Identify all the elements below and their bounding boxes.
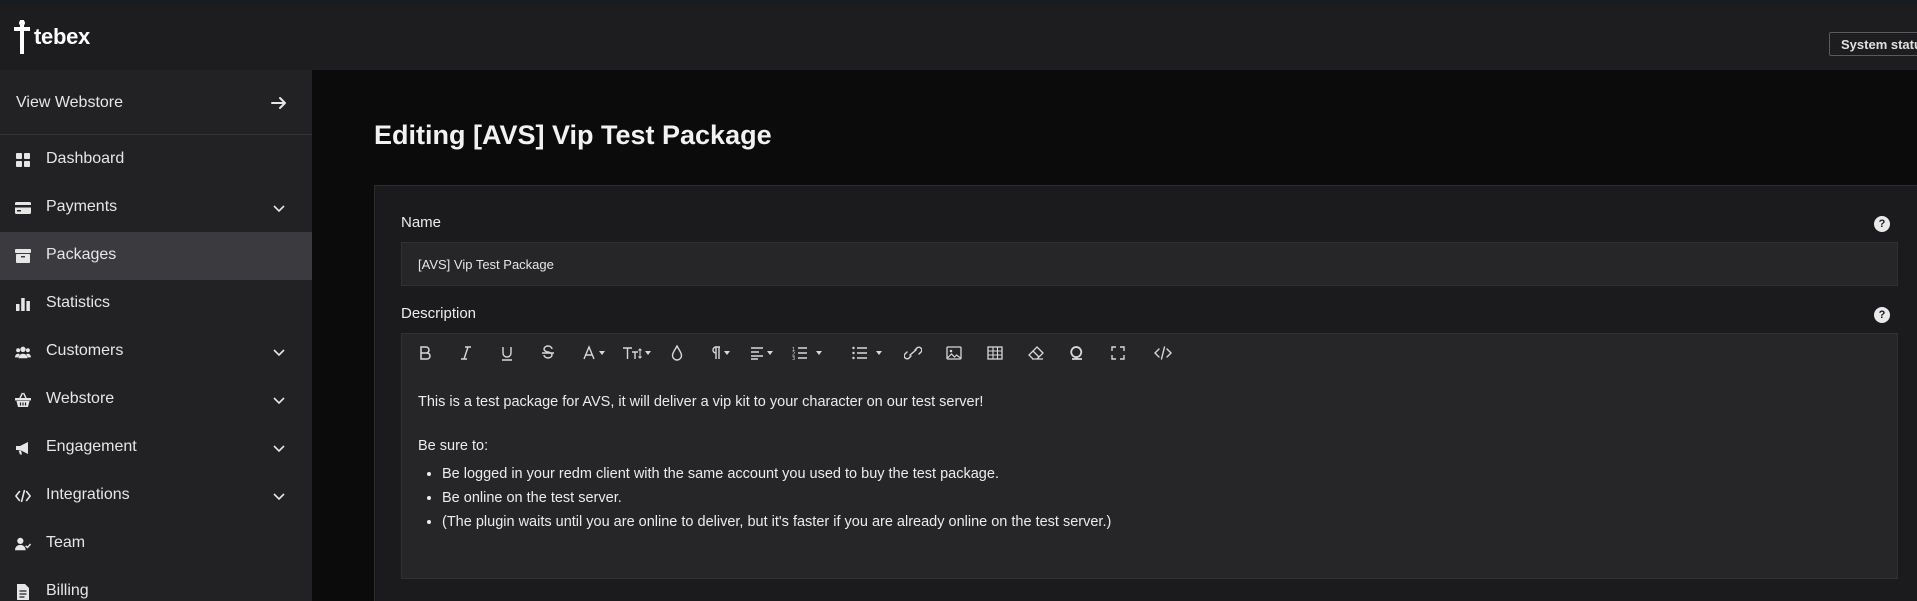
- code-icon: [15, 489, 31, 503]
- basket-icon: [15, 392, 31, 407]
- megaphone-icon: [16, 442, 28, 455]
- editor-toolbar: 123: [402, 334, 1897, 372]
- sidebar-item-label: Integrations: [46, 486, 130, 503]
- user-check-icon: [15, 537, 31, 551]
- paragraph-format-button[interactable]: [704, 342, 734, 364]
- special-characters-button[interactable]: [1066, 342, 1088, 364]
- chevron-down-icon: [273, 205, 285, 213]
- table-icon: [987, 346, 1003, 360]
- chevron-down-icon: [273, 493, 285, 501]
- chevron-down-icon: [273, 445, 285, 453]
- eraser-icon: [1028, 346, 1044, 360]
- fullscreen-button[interactable]: [1107, 342, 1129, 364]
- underline-icon: [502, 347, 512, 361]
- tebex-logo[interactable]: tebex: [14, 20, 90, 54]
- system-status-button[interactable]: System status: [1829, 32, 1917, 56]
- view-webstore-link[interactable]: View Webstore: [0, 70, 312, 135]
- grid-icon: [16, 153, 30, 167]
- fullscreen-icon: [1111, 346, 1125, 360]
- sidebar-item-label: Packages: [46, 246, 117, 263]
- insert-image-button[interactable]: [943, 342, 965, 364]
- font-icon: [582, 345, 595, 360]
- strikethrough-button[interactable]: [537, 342, 559, 364]
- sidebar-item-label: Engagement: [46, 438, 137, 455]
- page-title: Editing [AVS] Vip Test Package: [374, 120, 772, 150]
- font-color-button[interactable]: [578, 342, 608, 364]
- name-input[interactable]: [401, 242, 1898, 286]
- help-icon[interactable]: ?: [1874, 307, 1890, 323]
- logo-text: tebex: [34, 24, 90, 49]
- align-left-icon: [750, 347, 763, 360]
- ordered-list-icon: 123: [792, 347, 807, 360]
- paragraph-icon: [711, 346, 720, 359]
- sidebar-item-label: Customers: [46, 342, 124, 359]
- description-label: Description: [401, 305, 477, 322]
- svg-text:3: 3: [792, 356, 795, 360]
- package-edit-card: Name ? Description ?: [374, 185, 1917, 601]
- bold-button[interactable]: [414, 342, 436, 364]
- description-paragraph: Be sure to:: [418, 438, 489, 454]
- card-icon: [15, 202, 31, 214]
- name-label: Name: [401, 214, 442, 231]
- bold-icon: [420, 346, 431, 360]
- font-size-button[interactable]: [620, 342, 652, 364]
- description-paragraph: This is a test package for AVS, it will …: [418, 394, 984, 410]
- insert-link-button[interactable]: [902, 342, 924, 364]
- ordered-list-button[interactable]: 123: [787, 342, 827, 364]
- sidebar-item-statistics[interactable]: Statistics: [0, 280, 312, 328]
- link-icon: [904, 346, 922, 360]
- sidebar-item-team[interactable]: Team: [0, 520, 312, 568]
- bar-chart-icon: [16, 298, 30, 311]
- clear-formatting-button[interactable]: [1025, 342, 1047, 364]
- sidebar-item-billing[interactable]: Billing: [0, 568, 312, 601]
- code-view-button[interactable]: [1150, 342, 1176, 364]
- sidebar-item-customers[interactable]: Customers: [0, 328, 312, 376]
- droplet-icon: [671, 345, 683, 361]
- arrow-right-icon: [271, 97, 286, 109]
- text-size-icon: [622, 347, 642, 359]
- help-icon[interactable]: ?: [1874, 216, 1890, 232]
- list-item: Be logged in your redm client with the s…: [442, 464, 1878, 484]
- unordered-list-icon: [852, 346, 867, 360]
- list-item: (The plugin waits until you are online t…: [442, 512, 1878, 532]
- omega-icon: [1070, 346, 1083, 360]
- unordered-list-button[interactable]: [847, 342, 887, 364]
- tebex-logo-icon: [14, 20, 30, 54]
- chevron-down-icon: [273, 397, 285, 405]
- italic-icon: [461, 346, 471, 360]
- strikethrough-icon: [542, 345, 554, 359]
- sidebar-item-dashboard[interactable]: Dashboard: [0, 136, 312, 184]
- editor-content[interactable]: This is a test package for AVS, it will …: [418, 392, 1878, 536]
- insert-table-button[interactable]: [984, 342, 1006, 364]
- sidebar-item-label: Billing: [46, 582, 89, 599]
- sidebar: View Webstore Dashboard Payments Package…: [0, 70, 312, 601]
- top-bar: tebex System status: [0, 5, 1917, 70]
- italic-button[interactable]: [455, 342, 477, 364]
- view-webstore-label: View Webstore: [16, 94, 124, 111]
- description-bullet-list: Be logged in your redm client with the s…: [442, 464, 1878, 532]
- background-color-button[interactable]: [666, 342, 688, 364]
- sidebar-item-packages[interactable]: Packages: [0, 232, 312, 280]
- sidebar-item-engagement[interactable]: Engagement: [0, 424, 312, 472]
- align-button[interactable]: [746, 342, 776, 364]
- list-item: Be online on the test server.: [442, 488, 1878, 508]
- document-icon: [17, 584, 29, 600]
- sidebar-item-integrations[interactable]: Integrations: [0, 472, 312, 520]
- sidebar-item-label: Webstore: [46, 390, 115, 407]
- underline-button[interactable]: [496, 342, 518, 364]
- users-icon: [15, 346, 31, 359]
- code-view-icon: [1154, 346, 1172, 360]
- box-icon: [15, 249, 31, 263]
- main-content: Editing [AVS] Vip Test Package Name ? De…: [312, 70, 1917, 601]
- sidebar-item-payments[interactable]: Payments: [0, 184, 312, 232]
- sidebar-item-label: Payments: [46, 198, 118, 215]
- sidebar-item-webstore[interactable]: Webstore: [0, 376, 312, 424]
- sidebar-item-label: Team: [46, 534, 86, 551]
- sidebar-item-label: Dashboard: [46, 150, 125, 167]
- sidebar-item-label: Statistics: [46, 294, 111, 311]
- description-editor[interactable]: 123 This is a test package for AVS, it w…: [401, 333, 1898, 579]
- image-icon: [946, 346, 962, 360]
- chevron-down-icon: [273, 349, 285, 357]
